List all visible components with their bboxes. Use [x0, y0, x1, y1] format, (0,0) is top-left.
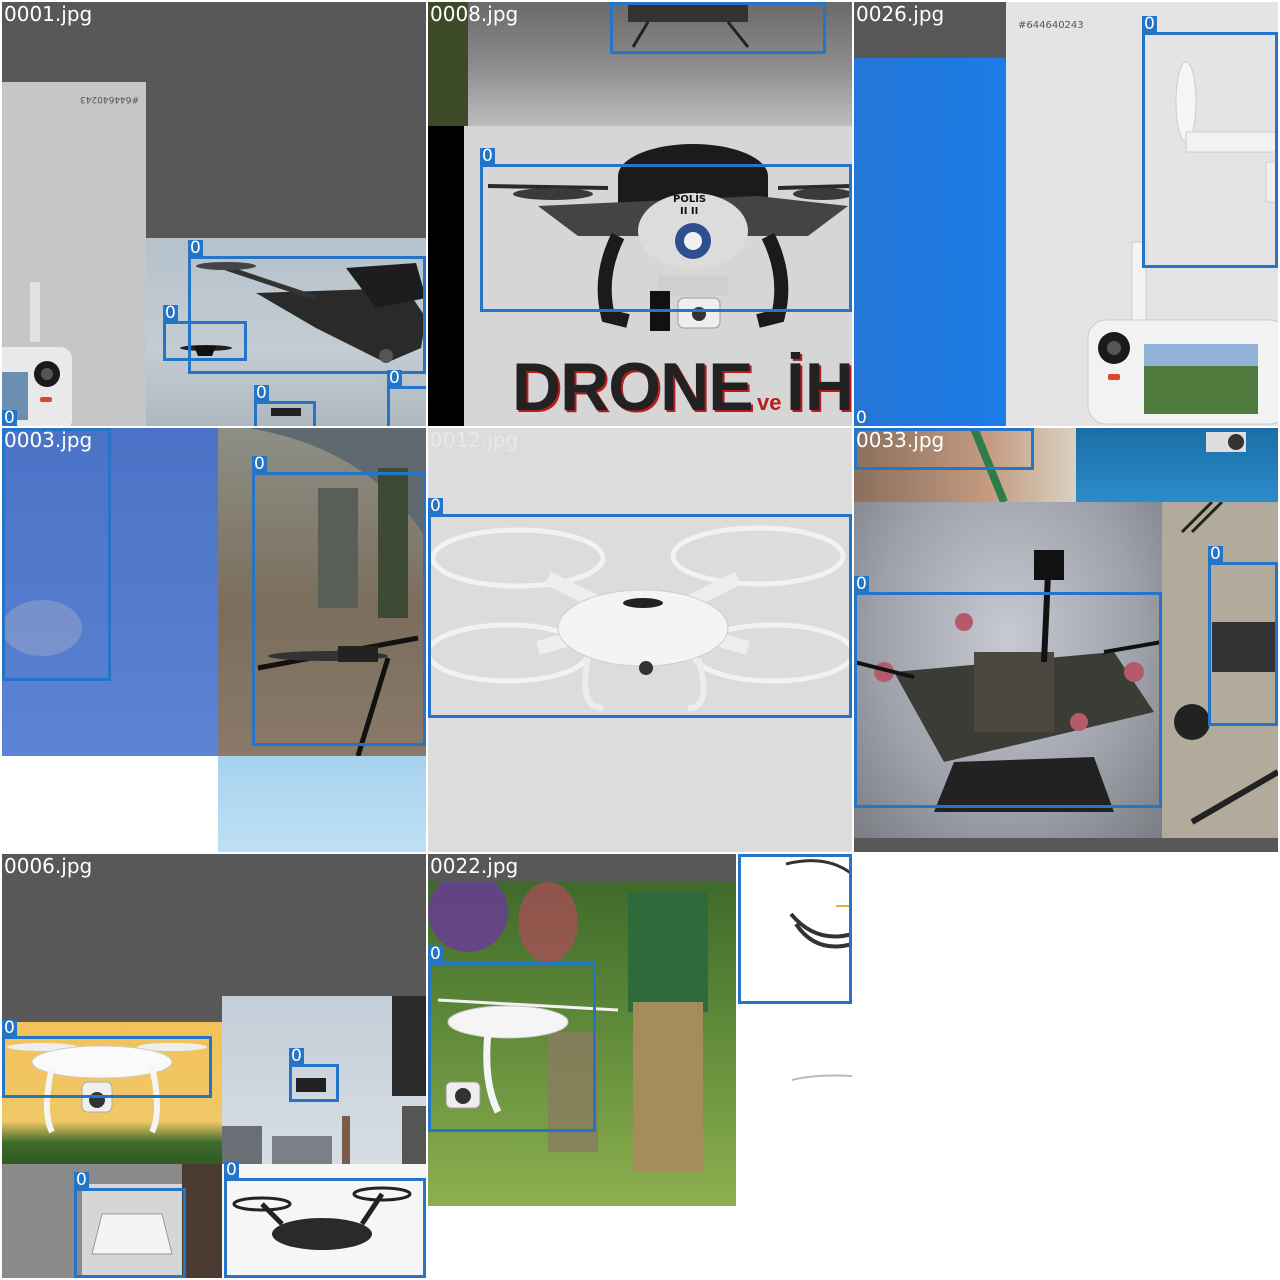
- detection-label: 0: [854, 408, 869, 426]
- tile-filename: 0022.jpg: [430, 854, 519, 878]
- detection-label: 0: [854, 574, 869, 594]
- detection-label: 0: [188, 238, 203, 258]
- tile-filename: 0006.jpg: [4, 854, 93, 878]
- drone-icon: [791, 1074, 852, 1081]
- detection-box: [480, 164, 852, 312]
- serial-text: #644640243: [80, 94, 140, 104]
- detection-label: 0: [1142, 14, 1157, 34]
- tile-filename: 0008.jpg: [430, 2, 519, 26]
- detection-label: 0: [2, 1018, 17, 1038]
- tile-0006[interactable]: 0006.jpg 0 0 0 0: [2, 854, 426, 1278]
- headline-ve: ve: [757, 390, 782, 415]
- tile-0026[interactable]: 0026.jpg #644640243 0 0: [854, 2, 1278, 426]
- detection-box: [428, 962, 596, 1132]
- blue-backdrop-photo: [854, 58, 1006, 426]
- detection-label: 0: [480, 146, 495, 166]
- detection-label: 0: [428, 496, 443, 516]
- tile-0033[interactable]: 0033.jpg 0 0: [854, 428, 1278, 852]
- headline-tail: İHA: [785, 349, 852, 425]
- tile-0022[interactable]: 0022.jpg 0: [428, 854, 852, 1278]
- detection-box: [738, 854, 852, 1004]
- detection-box: [2, 1036, 212, 1098]
- detection-box: [74, 1188, 186, 1278]
- mosaic-grid: 0001.jpg #644640243 0 0 0 0 0 0008.jpg P…: [0, 0, 1280, 1280]
- detection-label: 0: [163, 303, 178, 323]
- tile-filename: 0012.jpg: [430, 428, 519, 452]
- remote-controller-icon: [2, 282, 72, 426]
- headline-text: DRONE ve İHA: [512, 348, 852, 426]
- detection-label: 0: [387, 368, 402, 388]
- tile-0003[interactable]: 0003.jpg 0: [2, 428, 426, 852]
- detection-label: 0: [74, 1170, 89, 1190]
- sea-photo: [1076, 428, 1278, 502]
- tile-filename: 0001.jpg: [4, 2, 93, 26]
- tile-0001[interactable]: 0001.jpg #644640243 0 0 0 0 0: [2, 2, 426, 426]
- detection-box: [610, 2, 826, 54]
- detection-box: [428, 514, 852, 718]
- headline-main: DRONE: [512, 349, 754, 425]
- detection-box: [1208, 562, 1278, 726]
- detection-box: [854, 592, 1162, 808]
- tile-filename: 0033.jpg: [856, 428, 945, 452]
- detection-box: [163, 321, 247, 361]
- product-card-photo: #644640243: [2, 82, 146, 426]
- tile-0008[interactable]: 0008.jpg POLİS II II DRONE ve İH 0: [428, 2, 852, 426]
- detection-label: 0: [2, 408, 17, 426]
- detection-label: 0: [738, 854, 753, 855]
- detection-box: [224, 1178, 426, 1278]
- tile-filename: 0026.jpg: [856, 2, 945, 26]
- tile-0012[interactable]: 0012.jpg 0: [428, 428, 852, 852]
- detection-label: 0: [289, 1046, 304, 1066]
- detection-box: [387, 386, 426, 426]
- detection-label: 0: [1208, 544, 1223, 564]
- tile-filename: 0003.jpg: [4, 428, 93, 452]
- detection-box: [252, 472, 426, 746]
- detection-box: [289, 1064, 339, 1102]
- detection-box: [254, 401, 316, 426]
- detection-label: 0: [224, 1160, 239, 1180]
- detection-label: 0: [428, 944, 443, 964]
- detection-label: 0: [252, 454, 267, 474]
- light-sky-photo: [218, 756, 426, 852]
- detection-box: [2, 428, 111, 681]
- detection-label: 0: [254, 383, 269, 403]
- detection-box: [1142, 32, 1278, 268]
